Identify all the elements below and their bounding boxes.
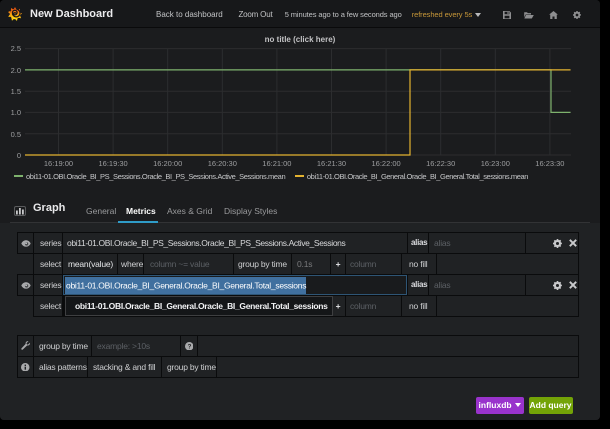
- svg-text:?: ?: [187, 343, 191, 350]
